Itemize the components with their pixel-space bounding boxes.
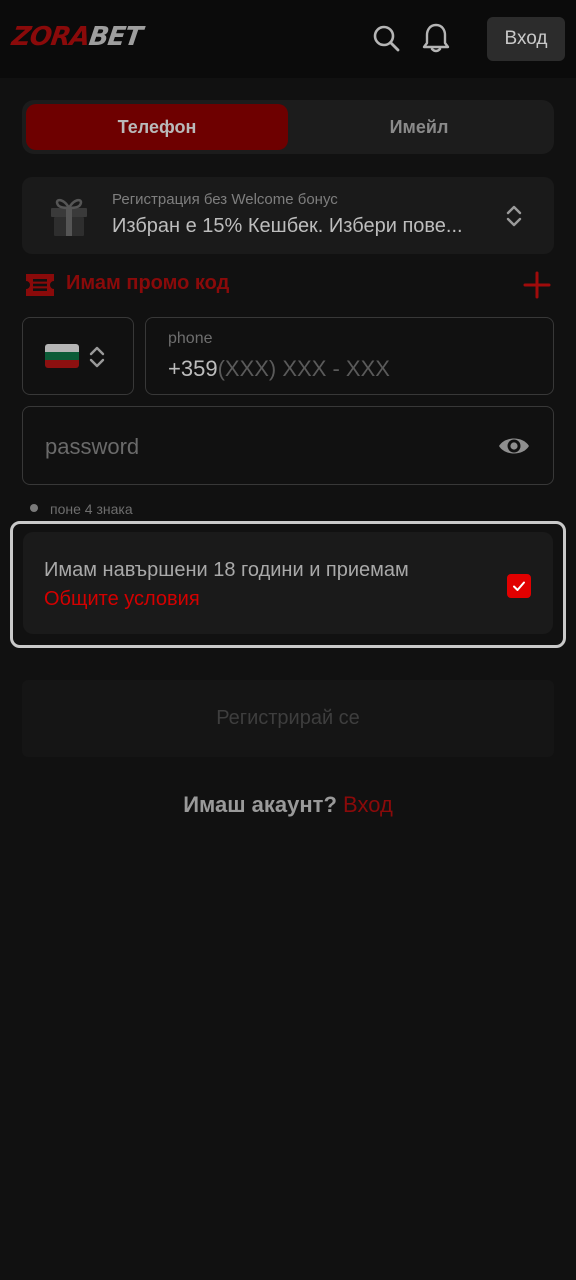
login-button[interactable]: Вход [487, 17, 565, 61]
bonus-selected-value: Избран е 15% Кешбек. Избери пове... [112, 215, 463, 237]
brand-logo[interactable]: ZORABET [10, 22, 144, 52]
top-bar: ZORABET Вход [0, 0, 576, 78]
ticket-icon [24, 271, 56, 299]
bonus-subtitle: Регистрация без Welcome бонус [112, 191, 338, 208]
have-account-question: Имаш акаунт? [183, 792, 337, 817]
chevron-up-down-icon [87, 344, 107, 370]
have-account-row: Имаш акаунт? Вход [0, 792, 576, 818]
phone-field-value: +359(XXX) XXX - XXX [168, 356, 390, 382]
gift-icon [46, 193, 92, 239]
password-hint-text: поне 4 знака [50, 501, 133, 517]
bulgaria-flag-icon [45, 344, 79, 368]
eye-icon[interactable] [497, 431, 531, 461]
register-button[interactable]: Регистрирай се [22, 680, 554, 757]
phone-mask: (XXX) XXX - XXX [217, 356, 390, 381]
tab-phone[interactable]: Телефон [26, 104, 288, 150]
promo-code-toggle[interactable]: Имам промо код [22, 267, 554, 303]
password-input[interactable]: password [22, 406, 554, 485]
country-code-selector[interactable] [22, 317, 134, 395]
search-icon[interactable] [370, 22, 402, 54]
chevron-up-down-icon [502, 203, 526, 229]
terms-checkbox[interactable] [507, 574, 531, 598]
login-link[interactable]: Вход [343, 792, 393, 817]
terms-text: Имам навършени 18 години и приемам [44, 559, 409, 581]
phone-prefix: +359 [168, 356, 218, 381]
terms-link[interactable]: Общите условия [44, 588, 200, 611]
phone-field-label: phone [168, 330, 213, 347]
password-placeholder: password [45, 434, 140, 459]
phone-input[interactable]: phone +359(XXX) XXX - XXX [145, 317, 554, 395]
promo-code-label: Имам промо код [66, 272, 230, 294]
terms-agreement[interactable]: Имам навършени 18 години и приемам Общит… [23, 532, 553, 634]
bullet-icon [30, 504, 38, 512]
checkmark-icon [513, 581, 525, 591]
bell-icon[interactable] [420, 22, 452, 54]
bonus-selector[interactable]: Регистрация без Welcome бонус Избран е 1… [22, 177, 554, 254]
tab-email[interactable]: Имейл [288, 104, 550, 150]
plus-icon[interactable] [522, 270, 552, 300]
registration-method-tabs: Телефон Имейл [22, 100, 554, 154]
